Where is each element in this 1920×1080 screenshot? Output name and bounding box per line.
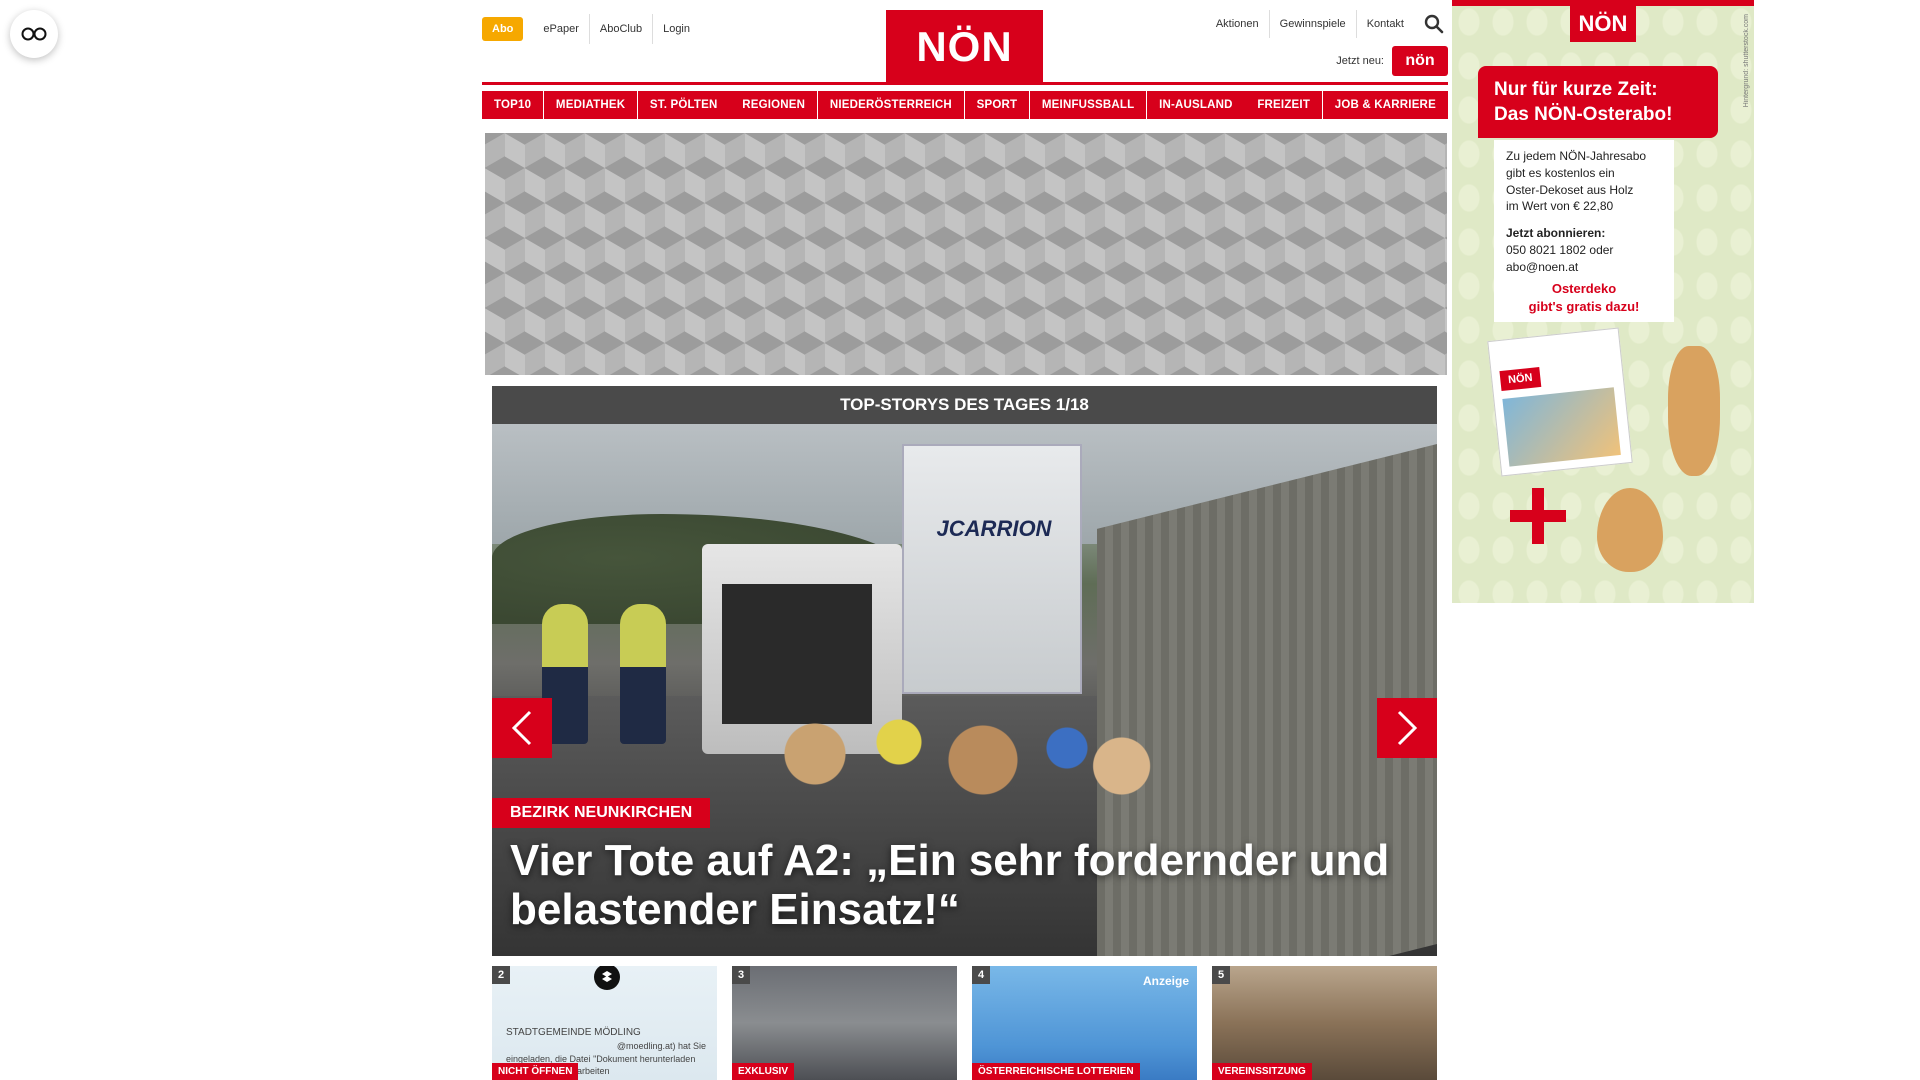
nav-item-job-karriere[interactable]: Job & Karriere bbox=[1322, 91, 1448, 119]
site-header: Abo ePaper AboClub Login NÖN Aktionen Ge… bbox=[482, 0, 1448, 92]
thumbnail-tag: Nicht öffnen bbox=[492, 1063, 579, 1080]
story-thumbnails: 2 STADTGEMEINDE MÖDLING @moedling.at) ha… bbox=[492, 966, 1437, 1080]
photo-truck: JCARRION bbox=[902, 444, 1082, 694]
side-ad-text-box: Zu jedem NÖN-Jahresabo gibt es kostenlos… bbox=[1494, 140, 1674, 284]
thumbnail-number: 2 bbox=[492, 966, 510, 984]
header-divider bbox=[482, 82, 1448, 85]
story-thumbnail[interactable]: 2 STADTGEMEINDE MÖDLING @moedling.at) ha… bbox=[492, 966, 717, 1080]
chevron-right-icon bbox=[1397, 710, 1418, 746]
slider-image[interactable]: JCARRION Bezirk Neunkirchen Vier Tote au… bbox=[492, 424, 1437, 956]
nav-item-mediathek[interactable]: Mediathek bbox=[543, 91, 638, 119]
gewinnspiele-link[interactable]: Gewinnspiele bbox=[1270, 10, 1357, 38]
ad-label: Anzeige bbox=[1142, 974, 1189, 988]
nav-item-st-poelten[interactable]: St. Pölten bbox=[637, 91, 730, 119]
nav-item-freizeit[interactable]: Freizeit bbox=[1245, 91, 1323, 119]
thumbnail-number: 4 bbox=[972, 966, 990, 984]
nav-item-top10[interactable]: Top10 bbox=[482, 91, 544, 119]
nav-item-meinfussball[interactable]: Meinfussball bbox=[1029, 91, 1147, 119]
aktionen-link[interactable]: Aktionen bbox=[1206, 10, 1270, 38]
slider-next-button[interactable] bbox=[1377, 698, 1437, 758]
side-ad-credit: Hintergrund: shutterstock.com bbox=[1743, 14, 1750, 108]
top-nav-left: Abo ePaper AboClub Login bbox=[482, 14, 700, 44]
slider-heading: Top-Storys des Tages 1/18 bbox=[492, 386, 1437, 424]
plus-icon bbox=[1510, 488, 1566, 544]
jetzt-neu-logo[interactable]: nön bbox=[1392, 46, 1448, 76]
nav-item-regionen[interactable]: Regionen bbox=[730, 91, 818, 119]
top-nav-right: Aktionen Gewinnspiele Kontakt bbox=[1206, 10, 1448, 38]
main-nav: Top10 Mediathek St. Pölten Regionen Nied… bbox=[482, 91, 1448, 119]
search-icon[interactable] bbox=[1420, 10, 1448, 38]
abo-button[interactable]: Abo bbox=[482, 17, 524, 41]
login-link[interactable]: Login bbox=[653, 14, 700, 44]
side-ad-logo: NÖN bbox=[1570, 6, 1636, 42]
story-thumbnail[interactable]: 3 Exklusiv bbox=[732, 966, 957, 1080]
truck-label: JCARRION bbox=[936, 516, 1052, 541]
chevron-left-icon bbox=[511, 710, 532, 746]
wooden-egg-image bbox=[1597, 488, 1663, 572]
jetzt-neu: Jetzt neu: nön bbox=[1336, 46, 1448, 76]
nav-item-sport[interactable]: Sport bbox=[964, 91, 1030, 119]
dropbox-icon bbox=[594, 966, 620, 990]
kontakt-link[interactable]: Kontakt bbox=[1357, 10, 1414, 38]
photo-packages bbox=[752, 694, 1172, 814]
side-ad-offer: Osterdeko gibt's gratis dazu! bbox=[1494, 276, 1674, 323]
slider-prev-button[interactable] bbox=[492, 698, 552, 758]
top-stories-slider: Top-Storys des Tages 1/18 JCARRION Bezir… bbox=[492, 386, 1437, 956]
story-category-badge[interactable]: Bezirk Neunkirchen bbox=[492, 798, 711, 828]
thumbnail-number: 5 bbox=[1212, 966, 1230, 984]
epaper-link[interactable]: ePaper bbox=[533, 14, 590, 44]
story-thumbnail[interactable]: 4 Anzeige Österreichische Lotterien bbox=[972, 966, 1197, 1080]
photo-worker bbox=[620, 604, 666, 744]
newspaper-image: NÖN bbox=[1487, 327, 1633, 477]
wooden-bunny-image bbox=[1668, 346, 1720, 476]
story-title[interactable]: Vier Tote auf A2: „Ein sehr fordernder u… bbox=[510, 836, 1420, 935]
glasses-icon bbox=[21, 27, 47, 41]
aboclub-link[interactable]: AboClub bbox=[590, 14, 654, 44]
side-ad-osterabo[interactable]: NÖN Hintergrund: shutterstock.com Nur fü… bbox=[1452, 0, 1754, 603]
noen-logo[interactable]: NÖN bbox=[886, 10, 1043, 83]
thumbnail-tag: Exklusiv bbox=[732, 1063, 795, 1080]
thumbnail-number: 3 bbox=[732, 966, 750, 984]
story-thumbnail[interactable]: 5 Vereinssitzung bbox=[1212, 966, 1437, 1080]
nav-item-niederoesterreich[interactable]: Niederösterreich bbox=[817, 91, 964, 119]
accessibility-toggle-button[interactable] bbox=[10, 10, 58, 58]
jetzt-neu-label: Jetzt neu: bbox=[1336, 55, 1384, 67]
side-ad-headline: Nur für kurze Zeit: Das NÖN-Osterabo! bbox=[1478, 66, 1718, 138]
nav-item-in-ausland[interactable]: In-Ausland bbox=[1147, 91, 1245, 119]
thumbnail-tag: Vereinssitzung bbox=[1212, 1063, 1312, 1080]
ad-banner-placeholder[interactable] bbox=[485, 133, 1447, 375]
thumbnail-tag: Österreichische Lotterien bbox=[972, 1063, 1140, 1080]
